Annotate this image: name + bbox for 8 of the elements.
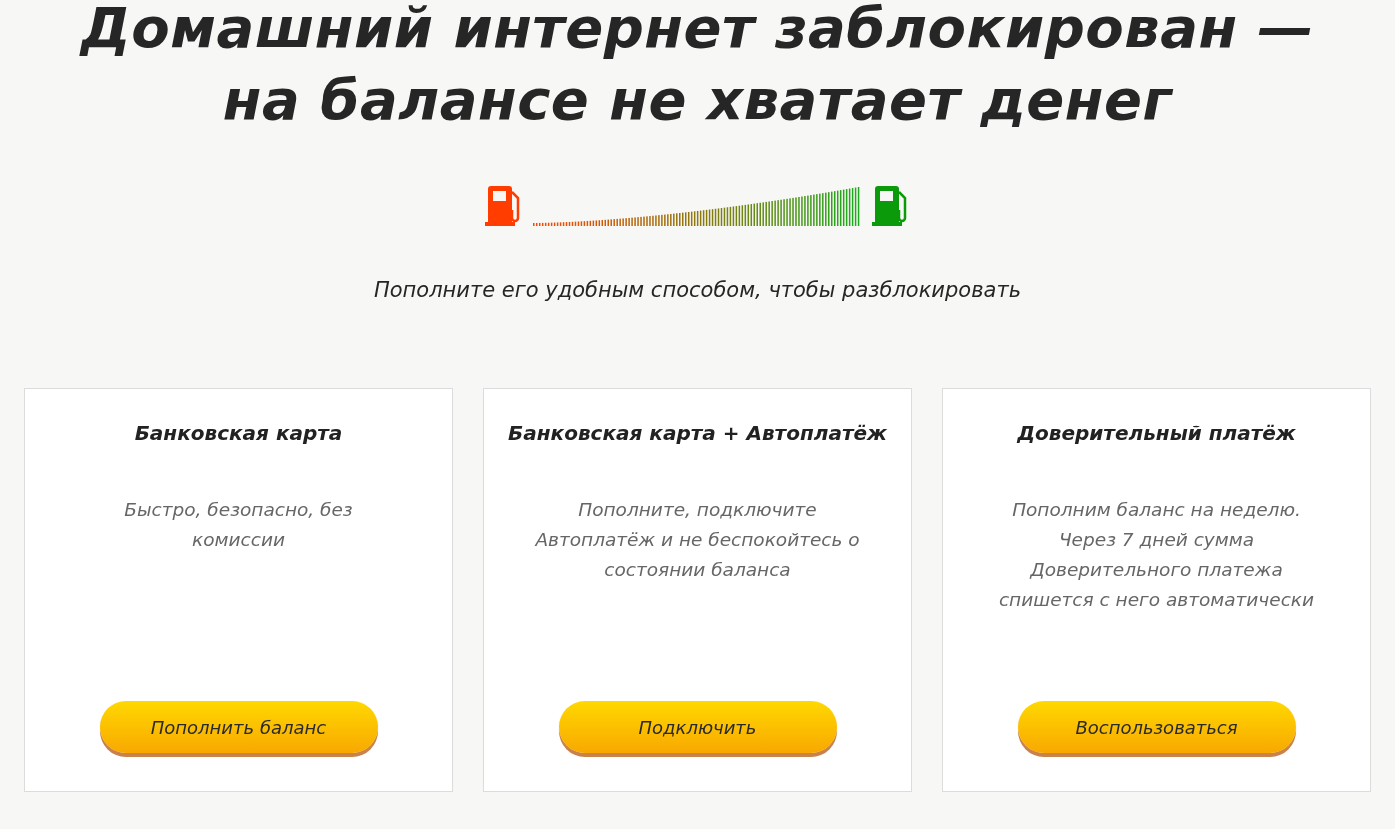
card-title: Банковская карта <box>134 421 343 445</box>
card-description: Пополним баланс на неделю. Через 7 дней сумма Доверительного платежа спишется с него автоматически <box>997 498 1316 612</box>
page-title: Домашний интернет заблокирован — на балансе не хватает денег <box>78 0 1316 134</box>
card-title: Доверительный платёж <box>1017 421 1296 445</box>
subtitle: Пополните его удобным способом, чтобы разблокировать <box>373 278 1022 302</box>
card-description: Пополните, подключите Автоплатёж и не беспокойтесь о состоянии баланса <box>533 498 861 582</box>
card-description: Быстро, безопасно, без комиссии <box>123 498 354 552</box>
card-title: Банковская карта + Автоплатёж <box>508 421 887 445</box>
